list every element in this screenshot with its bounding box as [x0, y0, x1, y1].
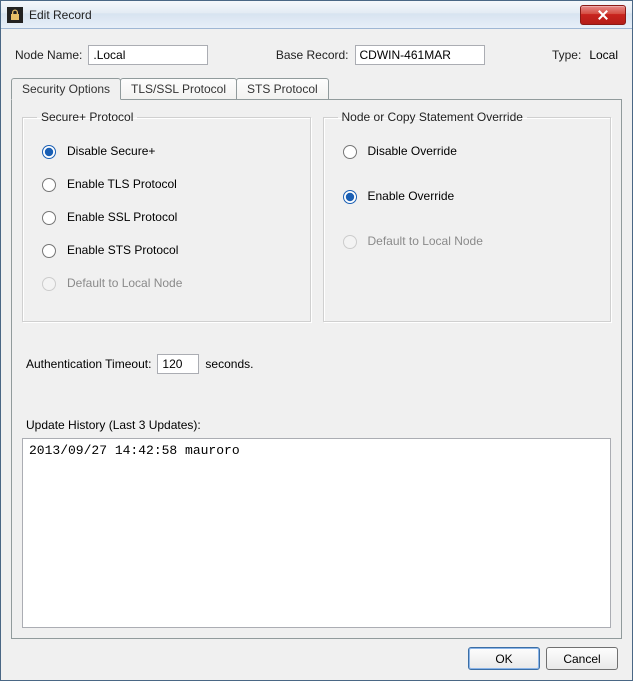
- radio-sp-default-local: [42, 277, 56, 291]
- radio-enable-ssl-label: Enable SSL Protocol: [67, 210, 177, 224]
- ok-button[interactable]: OK: [468, 647, 540, 670]
- radio-enable-override[interactable]: [343, 190, 357, 204]
- window-title: Edit Record: [29, 8, 92, 22]
- type-value: Local: [589, 48, 618, 62]
- auth-timeout-row: Authentication Timeout: seconds.: [26, 354, 611, 374]
- dialog-body: Node Name: Base Record: Type: Local Secu…: [1, 29, 632, 680]
- dialog-buttons: OK Cancel: [11, 639, 622, 670]
- radio-enable-sts[interactable]: [42, 244, 56, 258]
- type-label: Type:: [552, 48, 581, 62]
- update-history-label: Update History (Last 3 Updates):: [26, 418, 611, 432]
- titlebar: Edit Record: [1, 1, 632, 29]
- node-name-label: Node Name:: [15, 48, 82, 62]
- auth-timeout-suffix: seconds.: [205, 357, 253, 371]
- tab-sts-protocol[interactable]: STS Protocol: [236, 78, 329, 100]
- cancel-button[interactable]: Cancel: [546, 647, 618, 670]
- secure-protocol-legend: Secure+ Protocol: [37, 110, 137, 124]
- close-button[interactable]: [580, 5, 626, 25]
- close-icon: [598, 10, 608, 20]
- auth-timeout-label: Authentication Timeout:: [26, 357, 151, 371]
- auth-timeout-input[interactable]: [157, 354, 199, 374]
- radio-enable-sts-label: Enable STS Protocol: [67, 243, 178, 257]
- override-group: Node or Copy Statement Override Disable …: [323, 110, 612, 322]
- security-options-panel: Secure+ Protocol Disable Secure+ Enable …: [11, 99, 622, 639]
- radio-disable-secure-label: Disable Secure+: [67, 144, 155, 158]
- radio-disable-override[interactable]: [343, 145, 357, 159]
- radio-enable-ssl[interactable]: [42, 211, 56, 225]
- update-history-box[interactable]: 2013/09/27 14:42:58 mauroro: [22, 438, 611, 628]
- node-name-input[interactable]: [88, 45, 208, 65]
- edit-record-window: Edit Record Node Name: Base Record: Type…: [0, 0, 633, 681]
- tab-tls-ssl-protocol[interactable]: TLS/SSL Protocol: [120, 78, 237, 100]
- radio-disable-override-label: Disable Override: [368, 144, 457, 158]
- radio-sp-default-local-label: Default to Local Node: [67, 276, 182, 290]
- base-record-label: Base Record:: [276, 48, 349, 62]
- app-lock-icon: [7, 7, 23, 23]
- radio-ov-default-local-label: Default to Local Node: [368, 234, 483, 248]
- radio-enable-tls-label: Enable TLS Protocol: [67, 177, 177, 191]
- tab-security-options[interactable]: Security Options: [11, 78, 121, 100]
- secure-protocol-group: Secure+ Protocol Disable Secure+ Enable …: [22, 110, 311, 322]
- radio-ov-default-local: [343, 235, 357, 249]
- radio-enable-tls[interactable]: [42, 178, 56, 192]
- header-row: Node Name: Base Record: Type: Local: [11, 39, 622, 77]
- override-legend: Node or Copy Statement Override: [338, 110, 527, 124]
- radio-enable-override-label: Enable Override: [368, 189, 455, 203]
- radio-disable-secure[interactable]: [42, 145, 56, 159]
- base-record-input[interactable]: [355, 45, 485, 65]
- tab-strip: Security Options TLS/SSL Protocol STS Pr…: [11, 78, 622, 100]
